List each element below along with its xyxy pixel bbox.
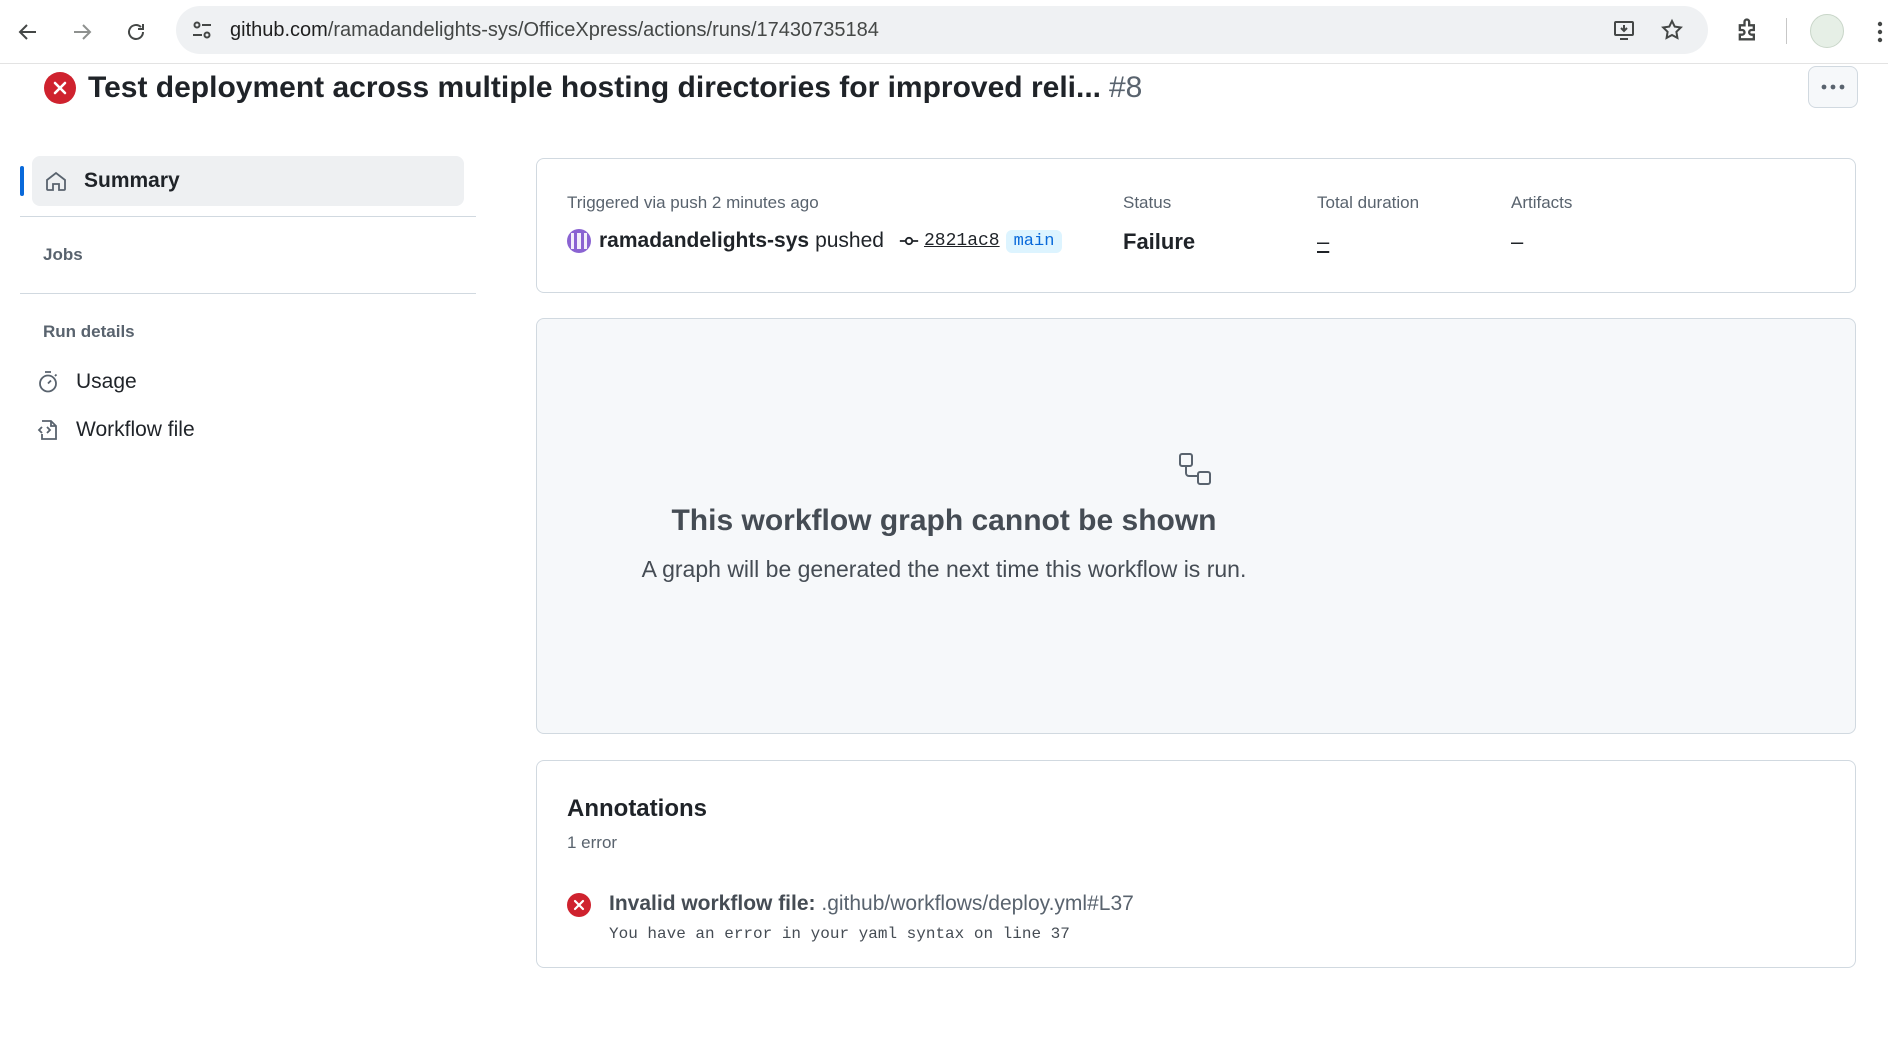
toolbar-divider — [1786, 18, 1787, 44]
site-info-icon[interactable] — [190, 18, 214, 42]
branch-badge[interactable]: main — [1005, 229, 1063, 253]
avatar[interactable] — [567, 229, 591, 253]
arrow-left-icon — [18, 24, 36, 40]
url-host: github.com — [230, 19, 328, 41]
annotation-path-link[interactable]: .github/workflows/deploy.yml#L37 — [816, 892, 1133, 915]
forward-button[interactable] — [62, 12, 102, 52]
active-indicator — [20, 166, 24, 196]
artifacts-label: Artifacts — [1511, 193, 1573, 212]
more-actions-button[interactable] — [1808, 66, 1858, 108]
annotations-count: 1 error — [567, 833, 618, 852]
url-text[interactable]: github.com/ramadandelights-sys/OfficeXpr… — [230, 18, 879, 42]
x-circle-fill-icon — [567, 893, 591, 917]
trigger-text: Triggered via push 2 minutes ago — [567, 193, 819, 212]
arrow-right-icon — [74, 24, 92, 40]
run-header: Test deployment across multiple hosting … — [44, 68, 1142, 108]
sidebar-item-summary[interactable]: Summary — [20, 156, 464, 206]
extensions-icon[interactable] — [1734, 16, 1762, 44]
sidebar-item-label: Workflow file — [76, 418, 195, 441]
graph-empty-title: This workflow graph cannot be shown — [671, 504, 1217, 537]
install-app-icon[interactable] — [1612, 18, 1636, 42]
browser-menu-icon[interactable] — [1872, 18, 1888, 46]
sidebar-item-usage[interactable]: Usage — [20, 358, 476, 406]
run-summary-card: Triggered via push 2 minutes ago ramadan… — [536, 158, 1856, 293]
reload-button[interactable] — [116, 12, 156, 52]
sidebar-section-run-details: Run details — [43, 322, 135, 341]
pusher-link[interactable]: ramadandelights-sys — [599, 229, 809, 253]
workflow-icon — [1179, 453, 1211, 485]
browser-toolbar: github.com/ramadandelights-sys/OfficeXpr… — [0, 0, 1888, 64]
push-info: ramadandelights-sys pushed 2821ac8 main — [567, 229, 1063, 253]
push-verb: pushed — [815, 229, 884, 252]
commit-sha-link[interactable]: 2821ac8 — [924, 231, 1000, 251]
address-bar[interactable]: github.com/ramadandelights-sys/OfficeXpr… — [176, 6, 1708, 54]
back-button[interactable] — [8, 12, 48, 52]
status-value: Failure — [1123, 229, 1196, 254]
duration-value[interactable]: – — [1317, 229, 1329, 255]
x-circle-fill-icon — [44, 72, 76, 104]
annotation-heading[interactable]: Invalid workflow file: .github/workflows… — [609, 892, 1134, 916]
run-number: #8 — [1109, 71, 1143, 104]
kebab-horizontal-icon — [1821, 84, 1845, 90]
annotation-message: You have an error in your yaml syntax on… — [609, 925, 1070, 943]
status-label: Status — [1123, 193, 1172, 212]
url-path: /ramadandelights-sys/OfficeXpress/action… — [327, 19, 879, 41]
sidebar-item-label: Usage — [76, 370, 137, 393]
file-code-icon — [37, 420, 57, 440]
artifacts-value: – — [1511, 229, 1524, 254]
duration-label: Total duration — [1317, 193, 1420, 212]
graph-empty-subtitle: A graph will be generated the next time … — [641, 556, 1247, 582]
home-icon — [46, 171, 66, 191]
sidebar-section-jobs: Jobs — [43, 245, 83, 264]
annotation-title: Invalid workflow file: — [609, 892, 816, 915]
stopwatch-icon — [39, 371, 58, 393]
sidebar-divider — [20, 293, 476, 294]
run-title: Test deployment across multiple hosting … — [88, 71, 1101, 104]
annotations-card: Annotations 1 error Invalid workflow fil… — [536, 760, 1856, 968]
run-sidebar: Summary Jobs Run details Usage Workflow … — [20, 156, 476, 454]
profile-avatar[interactable] — [1810, 14, 1844, 48]
sidebar-divider — [20, 216, 476, 217]
reload-icon — [128, 24, 144, 40]
sidebar-item-label: Summary — [84, 169, 180, 192]
git-commit-icon — [899, 236, 919, 246]
annotations-title: Annotations — [567, 795, 707, 822]
bookmark-star-icon[interactable] — [1660, 18, 1684, 42]
sidebar-item-workflow-file[interactable]: Workflow file — [20, 406, 476, 454]
